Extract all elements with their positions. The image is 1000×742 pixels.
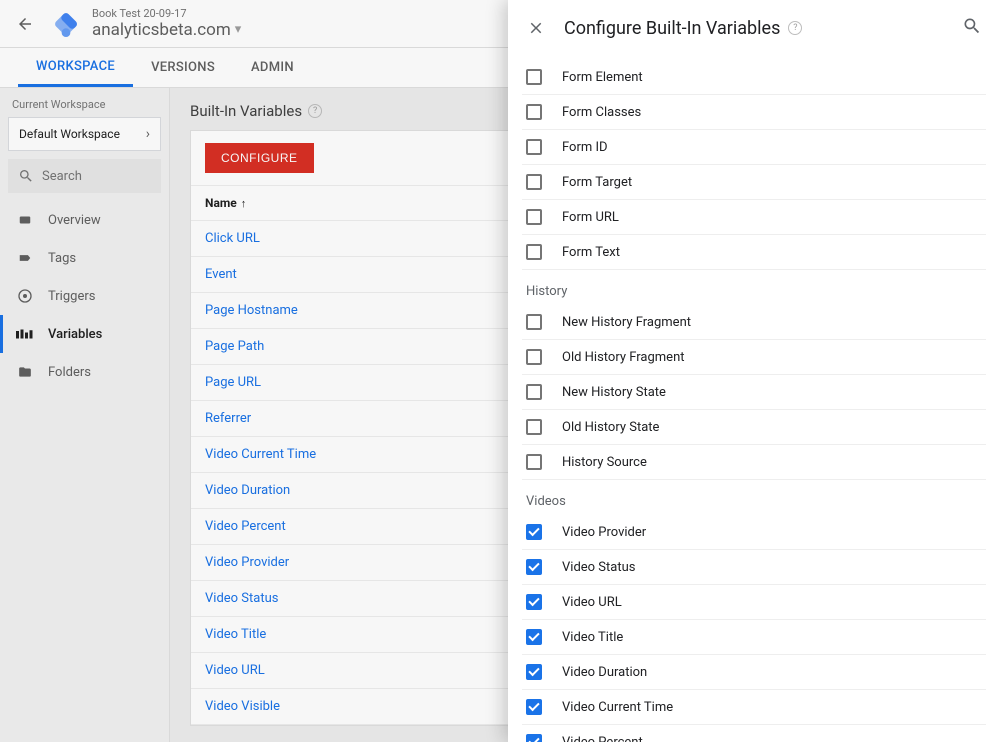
checkbox-row[interactable]: Form Text bbox=[522, 235, 986, 270]
checkbox-label: Old History State bbox=[562, 420, 659, 435]
checkbox[interactable] bbox=[526, 244, 542, 260]
checkbox-row[interactable]: Video Current Time bbox=[522, 690, 986, 725]
checkbox[interactable] bbox=[526, 664, 542, 680]
checkbox[interactable] bbox=[526, 524, 542, 540]
checkbox[interactable] bbox=[526, 69, 542, 85]
checkbox-row[interactable]: Form Element bbox=[522, 60, 986, 95]
checkbox-label: New History State bbox=[562, 385, 666, 400]
checkbox-label: Form Element bbox=[562, 70, 643, 85]
checkbox[interactable] bbox=[526, 174, 542, 190]
checkbox[interactable] bbox=[526, 209, 542, 225]
checkbox[interactable] bbox=[526, 454, 542, 470]
checkbox-label: History Source bbox=[562, 455, 647, 470]
checkbox-row[interactable]: Video Percent bbox=[522, 725, 986, 742]
panel-search-icon[interactable] bbox=[958, 12, 986, 44]
checkbox-label: New History Fragment bbox=[562, 315, 691, 330]
checkbox-row[interactable]: History Source bbox=[522, 445, 986, 480]
checkbox-row[interactable]: Video Status bbox=[522, 550, 986, 585]
close-icon[interactable] bbox=[522, 14, 550, 42]
checkbox[interactable] bbox=[526, 419, 542, 435]
checkbox[interactable] bbox=[526, 594, 542, 610]
panel-title-text: Configure Built-In Variables bbox=[564, 18, 780, 39]
checkbox-row[interactable]: Video Title bbox=[522, 620, 986, 655]
checkbox-label: Form Target bbox=[562, 175, 632, 190]
configure-panel: Configure Built-In Variables ? Form Elem… bbox=[508, 0, 1000, 742]
checkbox[interactable] bbox=[526, 104, 542, 120]
checkbox-label: Video Duration bbox=[562, 665, 647, 680]
checkbox[interactable] bbox=[526, 314, 542, 330]
checkbox-row[interactable]: Video Duration bbox=[522, 655, 986, 690]
checkbox-label: Form Text bbox=[562, 245, 620, 260]
group-title: Videos bbox=[522, 480, 986, 515]
checkbox-row[interactable]: Old History State bbox=[522, 410, 986, 445]
checkbox-row[interactable]: Form URL bbox=[522, 200, 986, 235]
checkbox-label: Video Percent bbox=[562, 735, 643, 742]
checkbox-label: Video Title bbox=[562, 630, 623, 645]
checkbox[interactable] bbox=[526, 349, 542, 365]
checkbox-row[interactable]: Form ID bbox=[522, 130, 986, 165]
checkbox-label: Form ID bbox=[562, 140, 608, 155]
checkbox[interactable] bbox=[526, 699, 542, 715]
checkbox-label: Video Current Time bbox=[562, 700, 673, 715]
checkbox-row[interactable]: Video URL bbox=[522, 585, 986, 620]
checkbox-label: Video Status bbox=[562, 560, 635, 575]
checkbox[interactable] bbox=[526, 559, 542, 575]
checkbox-row[interactable]: Form Classes bbox=[522, 95, 986, 130]
checkbox-row[interactable]: New History State bbox=[522, 375, 986, 410]
checkbox-row[interactable]: Video Provider bbox=[522, 515, 986, 550]
checkbox-label: Video URL bbox=[562, 595, 622, 610]
help-icon[interactable]: ? bbox=[788, 21, 802, 35]
checkbox-label: Old History Fragment bbox=[562, 350, 685, 365]
checkbox[interactable] bbox=[526, 139, 542, 155]
checkbox-row[interactable]: New History Fragment bbox=[522, 305, 986, 340]
checkbox-row[interactable]: Form Target bbox=[522, 165, 986, 200]
checkbox-label: Form URL bbox=[562, 210, 619, 225]
checkbox-row[interactable]: Old History Fragment bbox=[522, 340, 986, 375]
checkbox[interactable] bbox=[526, 629, 542, 645]
group-title: History bbox=[522, 270, 986, 305]
checkbox[interactable] bbox=[526, 384, 542, 400]
checkbox[interactable] bbox=[526, 734, 542, 742]
checkbox-label: Form Classes bbox=[562, 105, 641, 120]
checkbox-label: Video Provider bbox=[562, 525, 646, 540]
